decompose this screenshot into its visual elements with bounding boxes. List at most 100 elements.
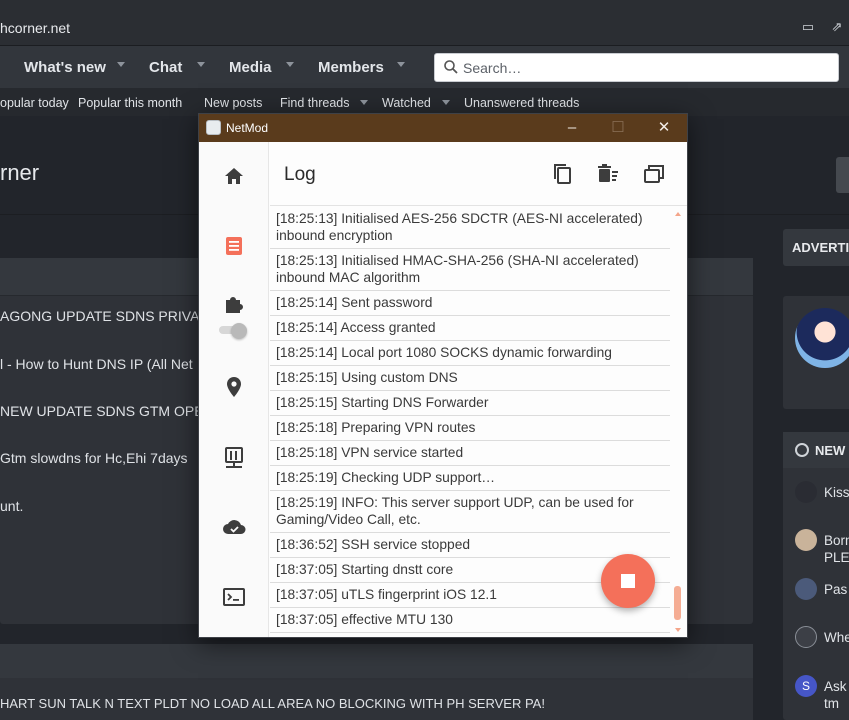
side-rail	[199, 142, 269, 637]
log-entry: [18:37:05] effective MTU 130	[270, 608, 670, 633]
window-title: NetMod	[226, 121, 269, 135]
subnav-watched[interactable]: Watched	[382, 96, 431, 110]
scrollbar[interactable]	[673, 209, 683, 634]
log-timestamp: [18:25:18]	[276, 445, 338, 460]
stop-icon	[621, 574, 635, 588]
page-title: Log	[284, 164, 316, 185]
log-message: Sent password	[341, 295, 433, 310]
log-message: SSH service stopped	[341, 537, 471, 552]
thread-title[interactable]: HART SUN TALK N TEXT PLDT NO LOAD ALL AR…	[0, 696, 545, 711]
nav-media[interactable]: Media	[229, 59, 272, 76]
list-item-line: tm	[824, 696, 839, 711]
chevron-down-icon[interactable]	[360, 100, 368, 105]
cast-icon[interactable]: ▭	[800, 20, 816, 33]
chevron-down-icon[interactable]	[286, 62, 294, 67]
subnav-new-posts[interactable]: New posts	[204, 96, 262, 110]
log-entry: [18:25:14] Sent password	[270, 291, 670, 316]
nav-members[interactable]: Members	[318, 59, 384, 76]
list-item[interactable]: S Ask tm	[783, 675, 849, 715]
thread-list-secondary: HART SUN TALK N TEXT PLDT NO LOAD ALL AR…	[0, 644, 753, 720]
search-placeholder: Search…	[463, 60, 522, 76]
chevron-down-icon[interactable]	[197, 62, 205, 67]
header-button[interactable]	[836, 157, 849, 193]
log-timestamp: [18:25:14]	[276, 345, 338, 360]
log-timestamp: [18:25:15]	[276, 395, 338, 410]
title-bar[interactable]: NetMod – ☐ ✕	[199, 114, 687, 142]
advertisement-header: ADVERTI	[783, 229, 849, 266]
log-entry: [18:25:13] Initialised AES-256 SDCTR (AE…	[270, 207, 670, 249]
thread-title[interactable]: Gtm slowdns for Hc,Ehi 7days	[0, 450, 188, 466]
log-entry: [18:25:18] Preparing VPN routes	[270, 416, 670, 441]
search-input[interactable]: Search…	[434, 53, 839, 82]
server-icon[interactable]	[221, 445, 247, 471]
nav-chat[interactable]: Chat	[149, 59, 182, 76]
thread-list-header	[0, 644, 753, 678]
clock-icon	[795, 443, 809, 457]
clear-log-icon[interactable]	[596, 162, 620, 186]
url-text[interactable]: hcorner.net	[0, 20, 70, 36]
scroll-down-icon[interactable]	[675, 628, 681, 632]
chevron-down-icon[interactable]	[117, 62, 125, 67]
thread-title[interactable]: AGONG UPDATE SDNS PRIVATE	[0, 308, 216, 324]
cloud-done-icon[interactable]	[221, 514, 247, 540]
log-header: Log	[270, 142, 687, 206]
subnav-find-threads[interactable]: Find threads	[280, 96, 349, 110]
terminal-icon[interactable]	[221, 584, 247, 610]
window-icon[interactable]	[642, 162, 666, 186]
chevron-down-icon[interactable]	[397, 62, 405, 67]
close-button[interactable]: ✕	[641, 114, 687, 142]
log-message: Local port 1080 SOCKS dynamic forwarding	[341, 345, 612, 360]
thread-title[interactable]: l - How to Hunt DNS IP (All Net	[0, 356, 193, 372]
search-icon	[444, 60, 458, 74]
log-entry: [18:25:15] Starting DNS Forwarder	[270, 391, 670, 416]
list-item-line: Ask	[824, 679, 847, 694]
list-item[interactable]: Kiss	[783, 481, 849, 521]
avatar	[795, 529, 817, 551]
log-timestamp: [18:37:05]	[276, 612, 338, 627]
list-item-line: PLEA	[824, 550, 849, 565]
log-timestamp: [18:25:18]	[276, 420, 338, 435]
log-message: VPN service started	[341, 445, 464, 460]
log-message: Checking UDP support…	[341, 470, 496, 485]
log-icon[interactable]	[221, 233, 247, 259]
avatar[interactable]	[795, 308, 849, 368]
share-icon[interactable]: ⇗	[829, 20, 845, 33]
log-entry: [18:25:15] Using custom DNS	[270, 366, 670, 391]
plugin-toggle[interactable]	[219, 323, 249, 339]
scrollbar-thumb[interactable]	[674, 586, 681, 620]
log-message: Access granted	[340, 320, 436, 335]
chevron-down-icon[interactable]	[442, 100, 450, 105]
home-icon[interactable]	[221, 163, 247, 189]
plugin-icon[interactable]	[221, 291, 247, 317]
list-item-title: Ask tm	[824, 678, 847, 712]
log-entry: [18:25:18] VPN service started	[270, 441, 670, 466]
subnav-popular-today[interactable]: opular today	[0, 96, 69, 110]
log-entry: [18:36:52] SSH service stopped	[270, 533, 670, 558]
list-item[interactable]: Born PLEA	[783, 529, 849, 569]
netmod-window: NetMod – ☐ ✕ Log [18:25:13] Initialised …	[198, 113, 688, 638]
minimize-button[interactable]: –	[549, 114, 595, 142]
list-item-title: Kiss	[824, 485, 849, 500]
list-item[interactable]: Pas	[783, 578, 849, 618]
subnav-popular-month[interactable]: Popular this month	[78, 96, 182, 110]
new-posts-title: NEW	[815, 443, 846, 458]
nav-whats-new[interactable]: What's new	[24, 59, 106, 76]
avatar	[795, 578, 817, 600]
list-item[interactable]: Whe	[783, 626, 849, 666]
thread-title[interactable]: NEW UPDATE SDNS GTM OPEN D	[0, 403, 228, 419]
log-message: Starting dnstt core	[341, 562, 454, 577]
subnav-unanswered[interactable]: Unanswered threads	[464, 96, 579, 110]
log-timestamp: [18:25:14]	[276, 295, 338, 310]
list-item-title: Pas	[824, 582, 848, 597]
log-timestamp: [18:25:19]	[276, 495, 338, 510]
copy-icon[interactable]	[550, 162, 574, 186]
scroll-up-icon[interactable]	[675, 212, 681, 216]
thread-title[interactable]: unt.	[0, 498, 23, 514]
log-entry: [18:25:13] Initialised HMAC-SHA-256 (SHA…	[270, 249, 670, 291]
log-timestamp: [18:37:05]	[276, 587, 338, 602]
stop-button[interactable]	[601, 554, 655, 608]
maximize-button[interactable]: ☐	[595, 114, 641, 142]
log-message: effective MTU 130	[341, 612, 453, 627]
advertisement-label: ADVERTI	[792, 240, 849, 255]
location-icon[interactable]	[221, 374, 247, 400]
